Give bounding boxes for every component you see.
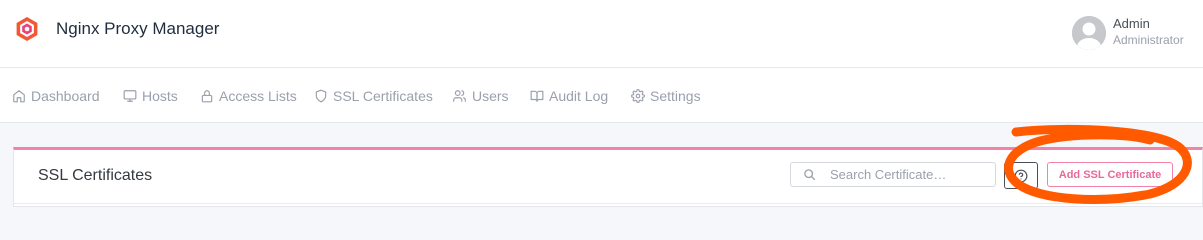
nav-label-settings: Settings [650,87,701,104]
brand[interactable]: Nginx Proxy Manager [14,16,219,42]
help-circle-icon [1014,169,1028,182]
book-icon [530,90,544,102]
add-ssl-certificate-button[interactable]: Add SSL Certificate [1047,162,1173,187]
nav-item-audit-log[interactable]: Audit Log [530,68,608,123]
shield-icon [315,89,327,102]
nav-label-audit-log: Audit Log [549,87,609,104]
nav-label-dashboard: Dashboard [31,87,100,104]
search-input[interactable] [830,167,990,182]
nav-label-hosts: Hosts [142,87,178,104]
nav-label-ssl-certificates: SSL Certificates [333,87,433,104]
nav-item-ssl-certificates[interactable]: SSL Certificates [314,68,433,123]
app-title: Nginx Proxy Manager [56,19,220,38]
gear-icon [631,88,645,103]
nav-label-access-lists: Access Lists [219,87,297,104]
card-divider [14,203,1202,204]
monitor-icon [123,89,137,102]
users-icon [453,89,466,102]
nav-item-hosts[interactable]: Hosts [123,68,178,123]
user-menu[interactable]: Admin Administrator [1072,16,1184,50]
lock-icon [201,89,213,102]
search-icon [804,169,816,181]
user-role: Administrator [1113,33,1184,47]
nav-label-users: Users [472,87,509,104]
avatar [1072,16,1106,50]
main-nav: Dashboard Hosts Access Lists SSL Certifi… [0,68,1203,123]
search-box[interactable] [790,162,996,187]
card-title: SSL Certificates [38,167,153,184]
nav-item-settings[interactable]: Settings [631,68,701,123]
app-logo-icon [16,17,38,41]
user-avatar-icon [1072,16,1106,50]
nav-item-dashboard[interactable]: Dashboard [12,68,100,123]
user-name: Admin [1113,16,1150,31]
help-button[interactable] [1004,162,1038,189]
nav-item-access-lists[interactable]: Access Lists [200,68,297,123]
nav-item-users[interactable]: Users [452,68,509,123]
ssl-certificates-card: SSL Certificates Add SSL Certificate [13,147,1203,207]
top-header: Nginx Proxy Manager Admin Administrator [0,0,1203,68]
home-icon [13,89,25,102]
